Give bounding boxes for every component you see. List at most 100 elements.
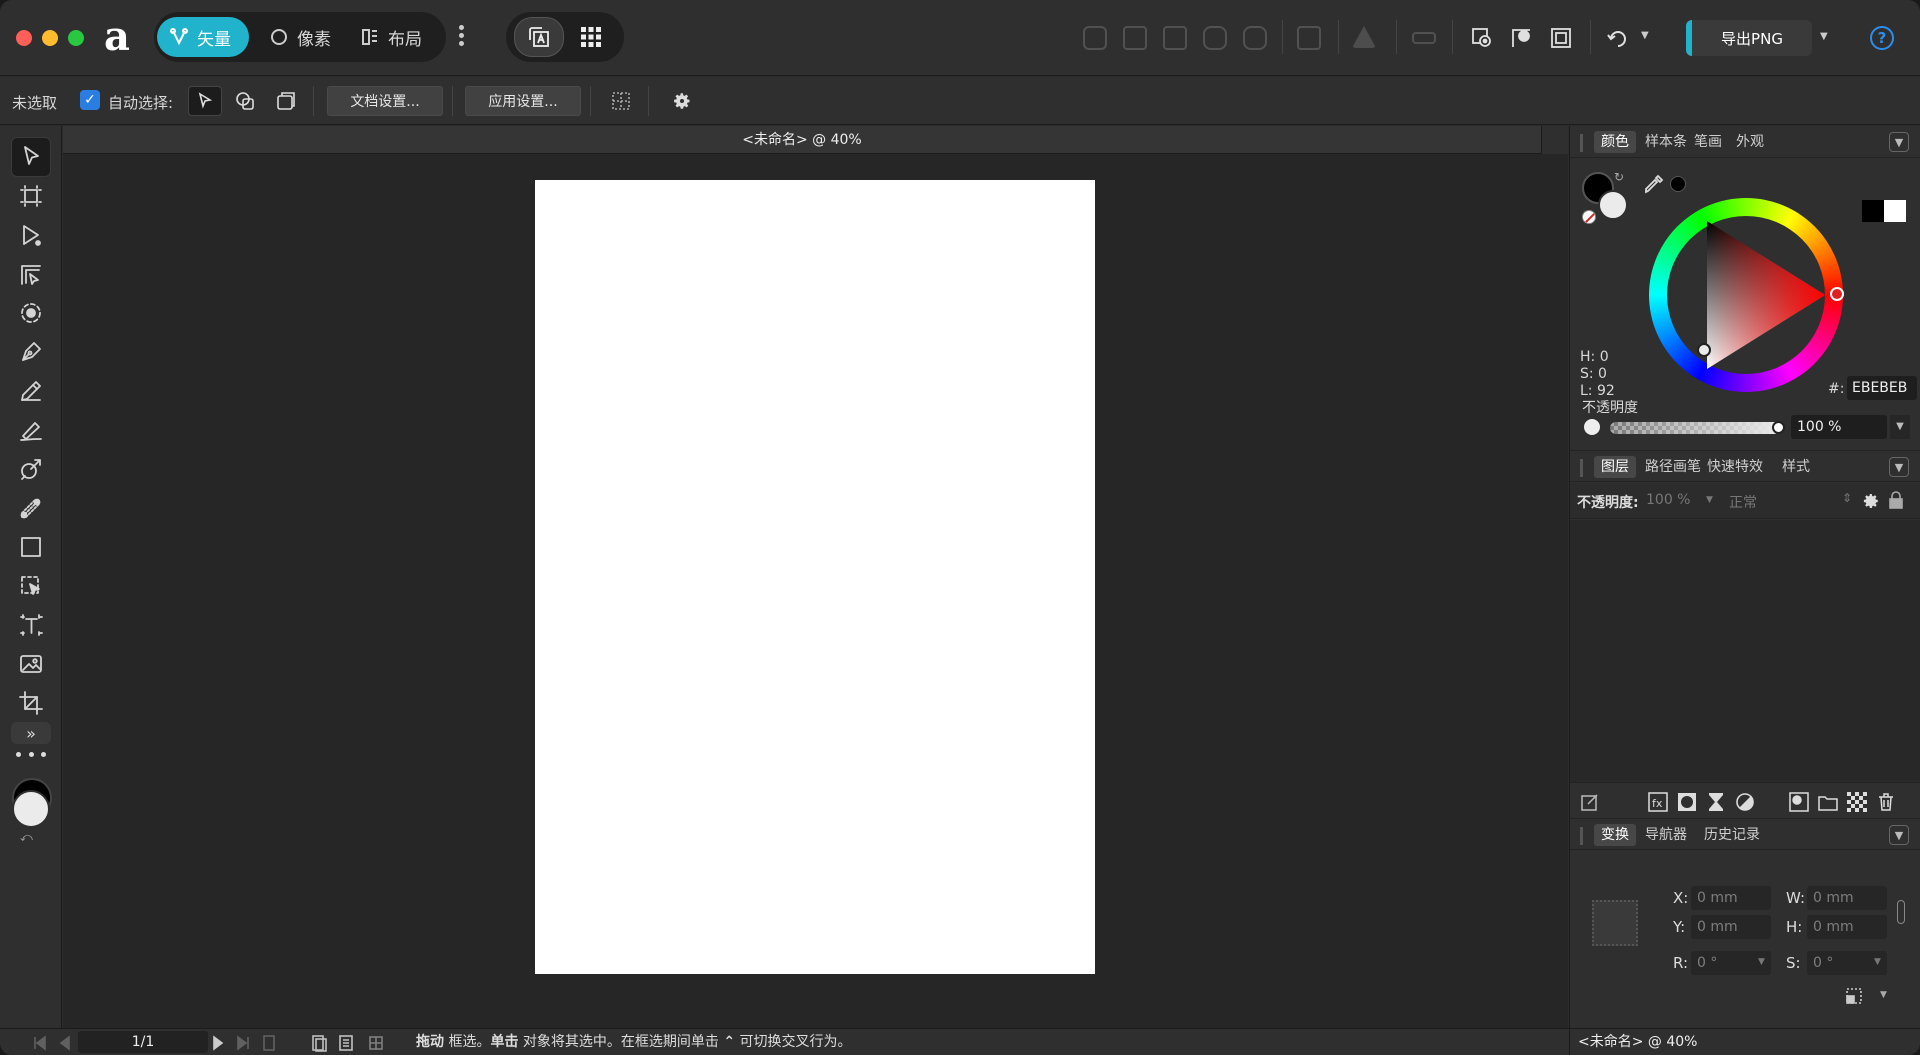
point-transform-tool[interactable] [11, 293, 51, 333]
color-panel-menu-chevron-icon[interactable]: ▼ [1889, 132, 1909, 152]
saturation-triangle[interactable] [1649, 198, 1843, 392]
opacity-slider-handle[interactable] [1772, 421, 1785, 434]
vector-brush-tool[interactable] [11, 410, 51, 450]
opacity-input[interactable]: 100 % [1791, 415, 1887, 439]
tab-appearance[interactable]: 外观 [1729, 131, 1771, 153]
move-back-one-icon[interactable] [1123, 26, 1147, 50]
mask-icon[interactable] [1677, 792, 1697, 812]
corner-tool[interactable] [11, 254, 51, 294]
persona-pixel-button[interactable]: 像素 [257, 17, 343, 57]
undo-dropdown-chevron-icon[interactable]: ▼ [1641, 30, 1649, 41]
page-options-icon[interactable] [259, 1033, 279, 1053]
panel-grip[interactable] [1580, 827, 1583, 845]
add-pixel-layer-icon[interactable] [1789, 792, 1809, 812]
shape-builder-tool[interactable] [11, 449, 51, 489]
select-group-button[interactable] [269, 86, 303, 116]
tab-styles[interactable]: 样式 [1775, 456, 1817, 478]
transform-panel-menu-chevron-icon[interactable]: ▼ [1889, 825, 1909, 845]
more-personas-icon[interactable] [456, 22, 466, 52]
last-page-icon[interactable] [233, 1033, 253, 1053]
select-layer-button[interactable] [188, 86, 222, 116]
more-tools-icon[interactable] [16, 752, 46, 762]
tab-swatches[interactable]: 样本条 [1638, 131, 1694, 153]
spread-view-icon[interactable] [336, 1033, 356, 1053]
minimize-window-button[interactable] [42, 30, 58, 46]
corner-box-icon[interactable] [1548, 25, 1574, 55]
color-picker-handle[interactable] [1697, 343, 1711, 357]
link-proportions-icon[interactable] [1897, 900, 1905, 924]
image-tool[interactable] [11, 644, 51, 684]
blend-mode-select[interactable]: 正常 [1729, 492, 1757, 512]
shear-dropdown-chevron-icon[interactable]: ▼ [1874, 957, 1881, 967]
h-input[interactable]: 0 mm [1807, 915, 1887, 939]
swap-fill-stroke-icon[interactable]: ↻ [1614, 170, 1624, 184]
artboard-page[interactable] [535, 180, 1095, 974]
panel-grip[interactable] [1580, 134, 1583, 152]
checker-layer-icon[interactable] [1847, 792, 1867, 812]
pencil-tool[interactable] [11, 371, 51, 411]
tab-layers[interactable]: 图层 [1594, 456, 1636, 478]
fill-color-swatch[interactable] [12, 790, 50, 828]
move-forward-one-icon[interactable] [1163, 26, 1187, 50]
close-window-button[interactable] [16, 30, 32, 46]
pen-tool[interactable] [11, 332, 51, 372]
edit-layer-icon[interactable] [1580, 792, 1600, 812]
w-input[interactable]: 0 mm [1807, 886, 1887, 910]
layers-list[interactable] [1570, 520, 1920, 782]
white-swatch[interactable] [1884, 200, 1906, 222]
fill-swatch[interactable] [1598, 190, 1628, 220]
persona-layout-button[interactable]: 布局 [348, 17, 434, 57]
folder-icon[interactable] [1818, 792, 1838, 812]
expand-tools-button[interactable]: » [11, 722, 51, 744]
crop-tool[interactable] [11, 683, 51, 723]
move-tool[interactable] [11, 137, 51, 177]
help-button[interactable]: ? [1870, 26, 1894, 50]
opacity-dropdown-chevron-icon[interactable]: ▼ [1890, 415, 1910, 439]
previous-page-icon[interactable] [55, 1033, 75, 1053]
first-page-icon[interactable] [30, 1033, 50, 1053]
tab-navigator[interactable]: 导航器 [1638, 824, 1694, 846]
place-frame-tool[interactable] [11, 566, 51, 606]
transform-objects-separately-icon[interactable] [1845, 987, 1867, 1007]
picked-color-swatch[interactable] [1670, 176, 1686, 192]
x-input[interactable]: 0 mm [1691, 886, 1771, 910]
no-color-icon[interactable] [1582, 210, 1596, 224]
transform-options-chevron-icon[interactable]: ▼ [1880, 990, 1887, 1000]
transform-origin-icon[interactable] [1469, 25, 1495, 55]
fx-icon[interactable]: fx [1648, 792, 1668, 812]
hue-handle[interactable] [1830, 287, 1844, 301]
move-to-front-icon[interactable] [1203, 26, 1227, 50]
text-frame-mode-button[interactable] [514, 17, 564, 57]
adjustment-hourglass-icon[interactable] [1706, 792, 1726, 812]
blend-mode-stepper-icon[interactable]: ⇕ [1842, 491, 1852, 505]
layer-opacity-chevron-icon[interactable]: ▼ [1706, 495, 1713, 505]
text-tool[interactable] [11, 605, 51, 645]
page-indicator[interactable]: 1/1 [78, 1031, 208, 1053]
snapping-icon[interactable] [1508, 25, 1534, 55]
flip-horizontal-icon[interactable] [1352, 26, 1376, 48]
rectangle-tool[interactable] [11, 527, 51, 567]
trash-icon[interactable] [1876, 792, 1896, 812]
next-page-icon[interactable] [208, 1033, 228, 1053]
boolean-subtract-icon[interactable] [1297, 26, 1321, 50]
anchor-selector-icon[interactable] [1592, 900, 1638, 946]
select-intersect-button[interactable] [228, 86, 262, 116]
auto-select-checkbox[interactable]: ✓ [80, 90, 100, 110]
lock-icon[interactable] [1888, 491, 1904, 509]
tab-color[interactable]: 颜色 [1594, 131, 1636, 153]
tab-transform[interactable]: 变换 [1594, 824, 1636, 846]
adjustment-circle-icon[interactable] [1735, 792, 1755, 812]
single-page-view-icon[interactable] [309, 1033, 329, 1053]
artboard-tool[interactable] [11, 176, 51, 216]
export-dropdown-chevron-icon[interactable]: ▼ [1820, 31, 1828, 42]
swap-colors-icon[interactable]: ⤺ [20, 830, 33, 845]
align-icon[interactable] [1412, 32, 1436, 44]
tab-stroke[interactable]: 笔画 [1687, 131, 1729, 153]
grid-view-icon[interactable] [366, 1033, 386, 1053]
tab-quick-fx[interactable]: 快速特效 [1700, 456, 1770, 478]
node-tool[interactable] [11, 215, 51, 255]
rotation-dropdown-chevron-icon[interactable]: ▼ [1758, 957, 1765, 967]
tab-history[interactable]: 历史记录 [1697, 824, 1767, 846]
hex-input[interactable]: EBEBEB [1847, 376, 1917, 400]
undo-icon[interactable] [1605, 25, 1631, 55]
